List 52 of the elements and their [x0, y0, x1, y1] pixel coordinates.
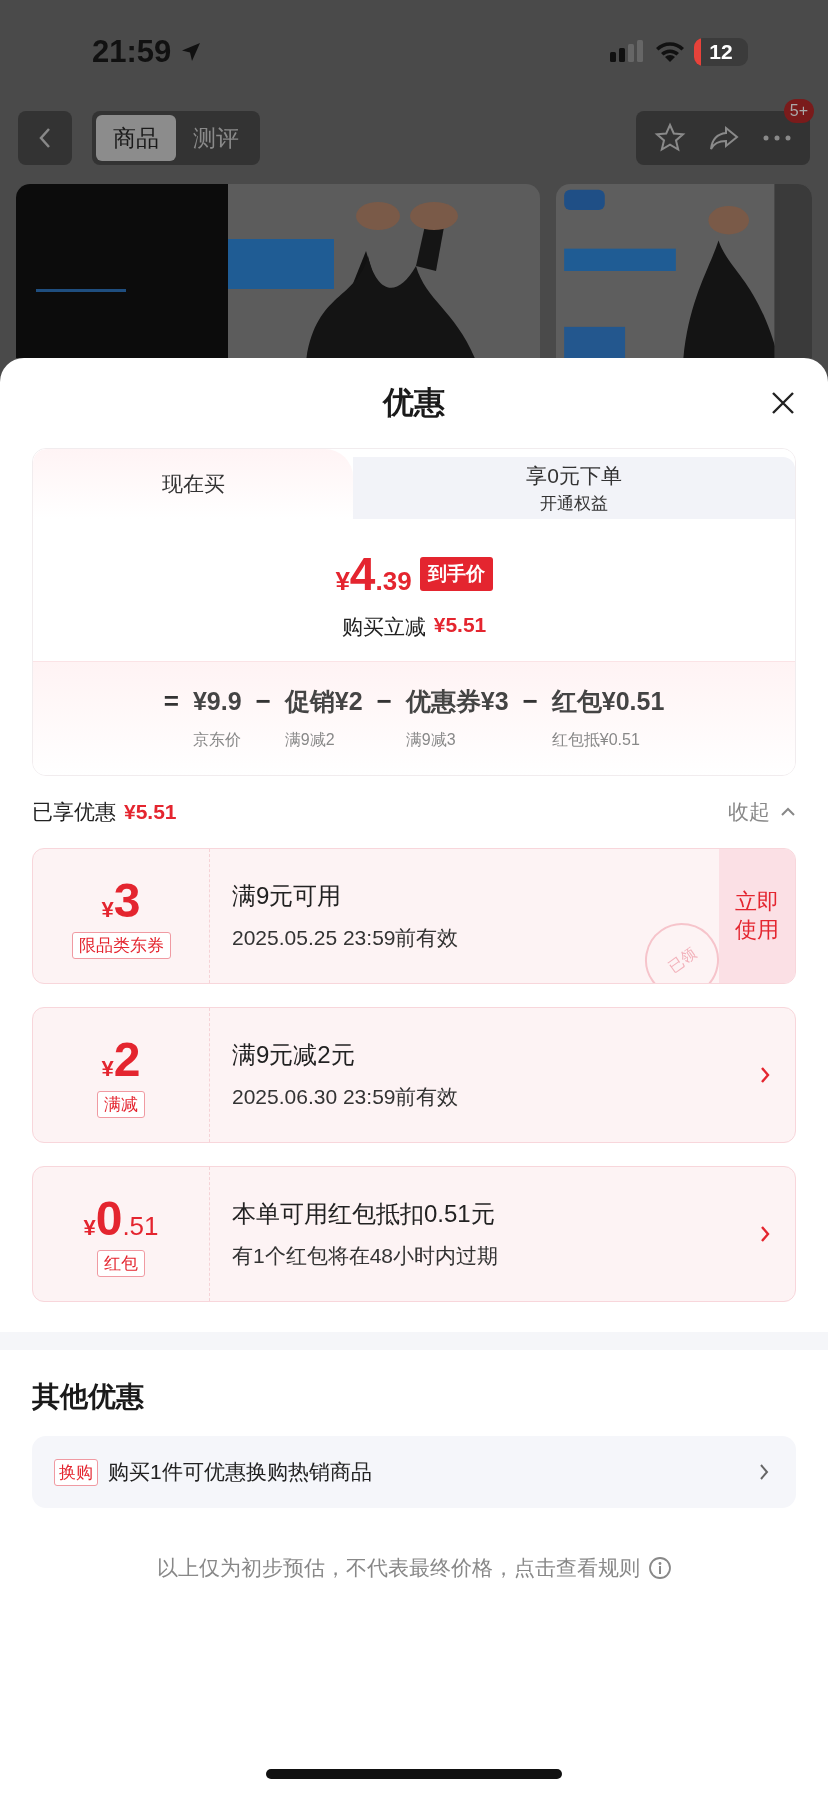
sheet-title: 优惠 — [383, 384, 445, 422]
coupon-title: 满9元可用 — [232, 881, 343, 911]
nav-tab[interactable]: 测评 — [176, 115, 256, 162]
offer-tag: 换购 — [54, 1458, 98, 1486]
coupon-detail: 2025.06.30 23:59前有效 — [232, 1084, 460, 1110]
use-now-button[interactable]: 立即使用 — [719, 849, 795, 983]
enjoyed-label: 已享优惠 — [32, 799, 116, 825]
chevron-right-icon — [758, 1462, 770, 1482]
mode-tab[interactable]: 享0元下单 开通权益 — [353, 457, 795, 519]
breakdown-note: 红包抵¥0.51 — [551, 730, 640, 750]
nav-tab[interactable]: 商品 — [96, 115, 176, 162]
breakdown-amount: 优惠券¥3 — [405, 686, 509, 717]
section-title: 其他优惠 — [32, 1380, 145, 1414]
coupon-amount: ¥0.51 — [83, 1191, 159, 1246]
saving-amount: ¥5.51 — [433, 613, 487, 638]
breakdown-amount: 红包¥0.51 — [551, 686, 665, 717]
breakdown-note: 满9减2 — [284, 730, 335, 750]
chevron-right-icon[interactable] — [759, 1065, 771, 1085]
saving-label: 购买立减 — [341, 614, 426, 640]
battery-indicator: 12 — [694, 38, 748, 67]
operator-sign: − — [522, 685, 538, 718]
coupon-title: 本单可用红包抵扣0.51元 — [232, 1199, 496, 1229]
signal-icon — [610, 40, 646, 65]
operator-sign: − — [255, 685, 271, 718]
disclaimer-link[interactable]: 以上仅为初步预估，不代表最终价格，点击查看规则 — [156, 1554, 640, 1582]
coupon-amount: ¥3 — [101, 873, 141, 928]
more-icon[interactable] — [762, 134, 792, 143]
breakdown-note: 满9减3 — [405, 730, 456, 750]
coupon-detail: 有1个红包将在48小时内过期 — [232, 1243, 500, 1269]
notification-badge: 5+ — [783, 99, 814, 124]
caret-icon — [780, 807, 796, 817]
info-icon[interactable] — [647, 1556, 672, 1580]
wifi-icon — [654, 40, 686, 65]
coupon-tag: 限品类东券 — [71, 932, 171, 959]
operator-sign: − — [376, 685, 392, 718]
breakdown-amount: ¥9.9 — [192, 686, 242, 717]
coupon-title: 满9元减2元 — [232, 1040, 356, 1070]
coupon-amount: ¥2 — [101, 1032, 141, 1087]
coupon-detail: 2025.05.25 23:59前有效 — [232, 925, 460, 951]
enjoyed-amount: ¥5.51 — [124, 800, 177, 824]
collapse-toggle[interactable]: 收起 — [728, 798, 796, 826]
chevron-right-icon[interactable] — [759, 1224, 771, 1244]
breakdown-note: 京东价 — [192, 730, 241, 750]
final-price: ¥4.39 — [335, 547, 412, 601]
status-time: 21:59 — [92, 34, 172, 71]
price-badge: 到手价 — [419, 557, 493, 591]
breakdown-amount: 促销¥2 — [284, 686, 363, 717]
operator-sign: = — [163, 685, 179, 718]
offer-row[interactable]: 换购 购买1件可优惠换购热销商品 — [32, 1436, 796, 1508]
offer-text: 购买1件可优惠换购热销商品 — [108, 1459, 372, 1485]
coupon-tag: 红包 — [97, 1250, 145, 1277]
coupon-tag: 满减 — [97, 1091, 145, 1118]
